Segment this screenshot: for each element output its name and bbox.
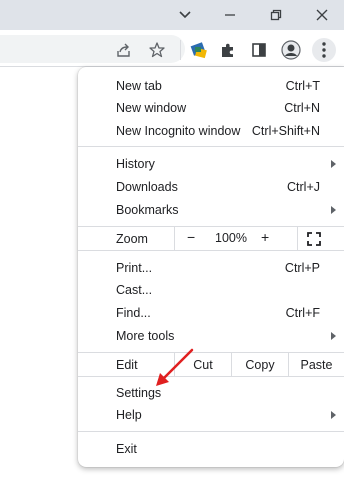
zoom-controls: − 100% + xyxy=(174,226,298,251)
chrome-menu: New tab Ctrl+T New window Ctrl+N New Inc… xyxy=(78,67,344,467)
zoom-out-button[interactable]: − xyxy=(187,230,195,244)
menu-item-help[interactable]: Help xyxy=(78,404,344,426)
menu-item-new-window[interactable]: New window Ctrl+N xyxy=(78,97,344,119)
side-panel-icon xyxy=(252,43,266,57)
toolbar-separator xyxy=(180,40,181,60)
edit-label: Edit xyxy=(116,358,138,372)
edit-row: Edit Cut Copy Paste xyxy=(78,352,344,377)
menu-item-new-tab[interactable]: New tab Ctrl+T xyxy=(78,75,344,97)
copy-button[interactable]: Copy xyxy=(231,352,289,377)
restore-icon xyxy=(270,9,282,21)
bookmark-button[interactable] xyxy=(145,38,169,62)
menu-item-bookmarks[interactable]: Bookmarks xyxy=(78,199,344,221)
tab-search-button[interactable] xyxy=(163,0,207,30)
extensions-button[interactable] xyxy=(216,38,240,62)
menu-item-label: Help xyxy=(116,408,142,422)
menu-item-shortcut: Ctrl+N xyxy=(284,101,320,115)
menu-item-label: Bookmarks xyxy=(116,203,179,217)
submenu-arrow-icon xyxy=(331,411,336,419)
minimize-button[interactable] xyxy=(208,0,252,30)
menu-item-exit[interactable]: Exit xyxy=(78,438,344,460)
paste-label: Paste xyxy=(300,357,333,372)
copy-label: Copy xyxy=(245,357,275,372)
menu-item-label: Print... xyxy=(116,261,153,275)
puzzle-extensions-icon xyxy=(222,43,233,57)
profile-icon xyxy=(281,40,301,60)
side-panel-button[interactable] xyxy=(247,38,271,62)
menu-item-find[interactable]: Find... Ctrl+F xyxy=(78,302,344,324)
menu-item-history[interactable]: History xyxy=(78,153,344,175)
submenu-arrow-icon xyxy=(331,332,336,340)
menu-item-label: New window xyxy=(116,101,187,115)
menu-item-more-tools[interactable]: More tools xyxy=(78,325,344,347)
menu-item-shortcut: Ctrl+Shift+N xyxy=(251,124,320,138)
menu-separator xyxy=(78,146,344,147)
more-menu-button[interactable] xyxy=(312,38,336,62)
menu-item-print[interactable]: Print... Ctrl+P xyxy=(78,257,344,279)
extension-app-icon xyxy=(190,42,207,59)
menu-item-new-incognito-window[interactable]: New Incognito window Ctrl+Shift+N xyxy=(78,120,344,142)
more-menu-icon xyxy=(322,42,326,58)
zoom-level: 100% xyxy=(215,231,247,245)
submenu-arrow-icon xyxy=(331,160,336,168)
bookmark-star-icon xyxy=(149,42,165,58)
extension-app-button[interactable] xyxy=(187,38,211,62)
zoom-row: Zoom − 100% + xyxy=(78,226,344,251)
menu-item-cast[interactable]: Cast... xyxy=(78,279,344,301)
menu-item-shortcut: Ctrl+J xyxy=(287,180,320,194)
menu-item-label: History xyxy=(116,157,155,171)
menu-item-label: New tab xyxy=(116,79,162,93)
close-window-button[interactable] xyxy=(300,0,344,30)
restore-button[interactable] xyxy=(254,0,298,30)
menu-item-label: Cast... xyxy=(116,283,153,297)
menu-item-label: New Incognito window xyxy=(116,124,241,138)
menu-item-label: Exit xyxy=(116,442,137,456)
paste-button[interactable]: Paste xyxy=(288,352,344,377)
menu-item-downloads[interactable]: Downloads Ctrl+J xyxy=(78,176,344,198)
menu-item-shortcut: Ctrl+T xyxy=(285,79,320,93)
menu-item-label: Find... xyxy=(116,306,151,320)
menu-item-label: More tools xyxy=(116,329,175,343)
fullscreen-button[interactable] xyxy=(306,231,322,247)
title-bar xyxy=(0,0,344,30)
menu-separator xyxy=(78,431,344,432)
menu-item-shortcut: Ctrl+F xyxy=(285,306,320,320)
close-icon xyxy=(316,9,328,21)
submenu-arrow-icon xyxy=(331,206,336,214)
profile-button[interactable] xyxy=(279,38,303,62)
menu-item-shortcut: Ctrl+P xyxy=(284,261,320,275)
share-button[interactable] xyxy=(112,38,136,62)
red-arrow-pointer-icon xyxy=(156,348,194,386)
zoom-label: Zoom xyxy=(116,232,148,246)
menu-item-label: Downloads xyxy=(116,180,178,194)
zoom-in-button[interactable]: + xyxy=(261,230,269,244)
share-icon xyxy=(117,43,130,57)
fullscreen-icon xyxy=(307,232,321,246)
chevron-down-icon xyxy=(179,11,191,19)
minimize-icon xyxy=(225,14,235,16)
menu-item-settings[interactable]: Settings xyxy=(78,382,344,404)
